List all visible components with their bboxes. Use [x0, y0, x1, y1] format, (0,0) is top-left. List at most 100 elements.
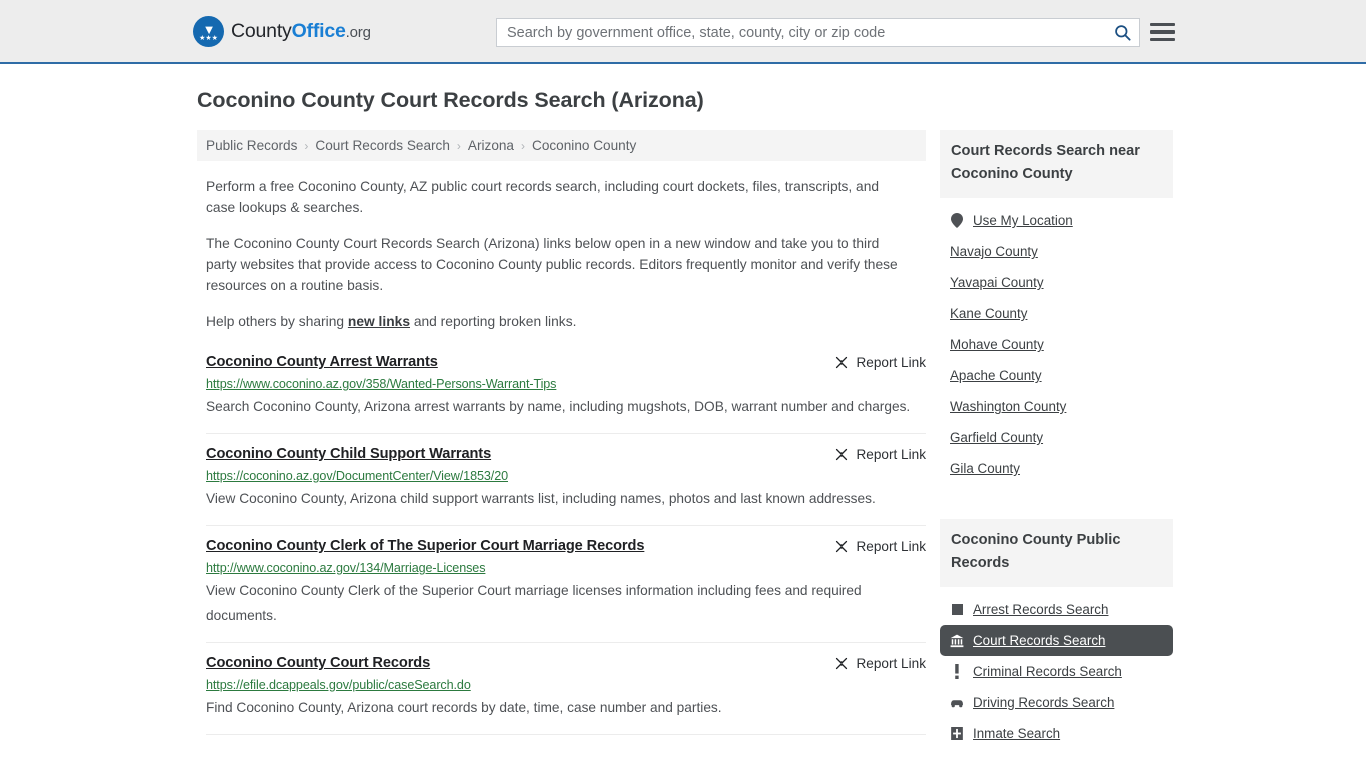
search-icon [1114, 25, 1131, 41]
result-title-link[interactable]: Coconino County Child Support Warrants [206, 446, 491, 462]
sidebar-item-navajo-county[interactable]: Navajo County [940, 236, 1173, 267]
breadcrumb-separator: › [304, 138, 309, 153]
list-item: Inmate Search [940, 718, 1173, 749]
sidebar-item-label: Driving Records Search [973, 695, 1115, 710]
list-item: Garfield County [940, 422, 1173, 453]
list-item: Arrest Records Search [940, 594, 1173, 625]
exclamation-icon [950, 664, 964, 679]
report-link-button[interactable]: Report Link [834, 656, 926, 671]
search-input[interactable] [497, 19, 1105, 46]
report-link-label: Report Link [856, 447, 926, 462]
sidebar-item-label: Arrest Records Search [973, 602, 1109, 617]
result-url[interactable]: https://www.coconino.az.gov/358/Wanted-P… [206, 377, 926, 391]
result-header: Coconino County Child Support Warrants Re… [206, 446, 926, 462]
sidebar-item-label: Criminal Records Search [973, 664, 1122, 679]
sidebar-item-label: Mohave County [950, 337, 1044, 352]
result-url[interactable]: https://coconino.az.gov/DocumentCenter/V… [206, 469, 926, 483]
map-pin-icon [951, 213, 963, 228]
result-title-link[interactable]: Coconino County Clerk of The Superior Co… [206, 538, 644, 554]
list-item: Washington County [940, 391, 1173, 422]
result-item: Coconino County Clerk of The Superior Co… [206, 526, 926, 643]
result-description: View Coconino County, Arizona child supp… [206, 491, 876, 506]
sidebar-item-yavapai-county[interactable]: Yavapai County [940, 267, 1173, 298]
breadcrumb-separator: › [456, 138, 461, 153]
result-description: Search Coconino County, Arizona arrest w… [206, 399, 911, 414]
intro-paragraph-2: The Coconino County Court Records Search… [206, 236, 898, 293]
sidebar-item-kane-county[interactable]: Kane County [940, 298, 1173, 329]
report-link-label: Report Link [856, 656, 926, 671]
breadcrumb-item-1[interactable]: Public Records [206, 138, 297, 153]
sidebar-item-label: Gila County [950, 461, 1020, 476]
hamburger-menu-button[interactable] [1150, 19, 1176, 45]
list-item: Apache County [940, 360, 1173, 391]
sidebar-item-garfield-county[interactable]: Garfield County [940, 422, 1173, 453]
courthouse-icon [950, 634, 964, 647]
list-item: Navajo County [940, 236, 1173, 267]
report-link-label: Report Link [856, 355, 926, 370]
intro-p3-before: Help others by sharing [206, 314, 348, 329]
sidebar-item-label: Apache County [950, 368, 1042, 383]
sidebar-item-washington-county[interactable]: Washington County [940, 391, 1173, 422]
list-item: Driving Records Search [940, 687, 1173, 718]
report-link-label: Report Link [856, 539, 926, 554]
sidebar-item-label: Court Records Search [973, 633, 1106, 648]
hamburger-bar-2 [1150, 30, 1175, 34]
sidebar-item-driving-records-search[interactable]: Driving Records Search [940, 687, 1173, 718]
broken-link-icon [836, 657, 848, 670]
broken-link-icon [836, 540, 848, 553]
new-links-link[interactable]: new links [348, 314, 410, 329]
list-item: Court Records Search [940, 625, 1173, 656]
search-bar [496, 18, 1140, 47]
breadcrumb-item-2[interactable]: Court Records Search [315, 138, 449, 153]
map-pin-icon [950, 213, 964, 228]
breadcrumb: Public Records › Court Records Search › Ariz… [197, 130, 926, 161]
jail-icon [950, 727, 964, 740]
result-item: Coconino County Child Support Warrants Re… [206, 434, 926, 526]
intro-paragraph-1: Perform a free Coconino County, AZ publi… [206, 179, 880, 215]
report-link-button[interactable]: Report Link [834, 447, 926, 462]
report-link-button[interactable]: Report Link [834, 539, 926, 554]
sidebar-item-criminal-records-search[interactable]: Criminal Records Search [940, 656, 1173, 687]
broken-link-icon [836, 356, 848, 369]
county-office-emblem-icon: ▼ ★★★ [193, 15, 224, 47]
list-item: Mohave County [940, 329, 1173, 360]
nearby-counties-panel: Court Records Search near Coconino Count… [940, 130, 1173, 484]
list-item: Use My Location [940, 205, 1173, 236]
nearby-counties-heading: Court Records Search near Coconino Count… [940, 130, 1173, 198]
nearby-counties-list: Use My Location Navajo County Yavapai Coun… [940, 205, 1173, 484]
intro-p3-after: and reporting broken links. [410, 314, 577, 329]
search-button[interactable] [1105, 19, 1139, 46]
sidebar-item-court-records-search[interactable]: Court Records Search [940, 625, 1173, 656]
stars-glyph: ★★★ [199, 34, 218, 42]
sidebar-item-mohave-county[interactable]: Mohave County [940, 329, 1173, 360]
result-url[interactable]: http://www.coconino.az.gov/134/Marriage-… [206, 561, 926, 575]
sidebar-item-apache-county[interactable]: Apache County [940, 360, 1173, 391]
result-title-link[interactable]: Coconino County Arrest Warrants [206, 354, 438, 370]
brand-wordmark: CountyOffice.org [231, 20, 371, 43]
car-icon [951, 699, 963, 707]
brand-county: County [231, 19, 292, 42]
site-logo[interactable]: ▼ ★★★ CountyOffice.org [193, 15, 371, 47]
public-records-list: Arrest Records Search Court Records Searc… [940, 594, 1173, 749]
breadcrumb-item-3[interactable]: Arizona [468, 138, 514, 153]
result-description: View Coconino County Clerk of the Superi… [206, 583, 862, 623]
result-title-link[interactable]: Coconino County Court Records [206, 655, 430, 671]
report-link-button[interactable]: Report Link [834, 355, 926, 370]
sidebar-item-inmate-search[interactable]: Inmate Search [940, 718, 1173, 749]
breadcrumb-item-4[interactable]: Coconino County [532, 138, 636, 153]
hamburger-bar-3 [1150, 37, 1175, 42]
list-item: Kane County [940, 298, 1173, 329]
sidebar: Court Records Search near Coconino Count… [940, 130, 1173, 749]
list-item: Yavapai County [940, 267, 1173, 298]
sidebar-item-use-my-location[interactable]: Use My Location [940, 205, 1173, 236]
fingerprint-square-icon [950, 604, 964, 615]
brand-org: .org [345, 23, 371, 41]
result-url[interactable]: https://efile.dcappeals.gov/public/caseS… [206, 678, 926, 692]
results-list: Coconino County Arrest Warrants Report Li… [197, 354, 926, 735]
sidebar-item-gila-county[interactable]: Gila County [940, 453, 1173, 484]
broken-link-icon [836, 448, 848, 461]
sidebar-item-arrest-records-search[interactable]: Arrest Records Search [940, 594, 1173, 625]
main-column: Public Records › Court Records Search › Ariz… [197, 130, 926, 749]
list-item: Criminal Records Search [940, 656, 1173, 687]
fingerprint-square-icon [951, 604, 963, 615]
